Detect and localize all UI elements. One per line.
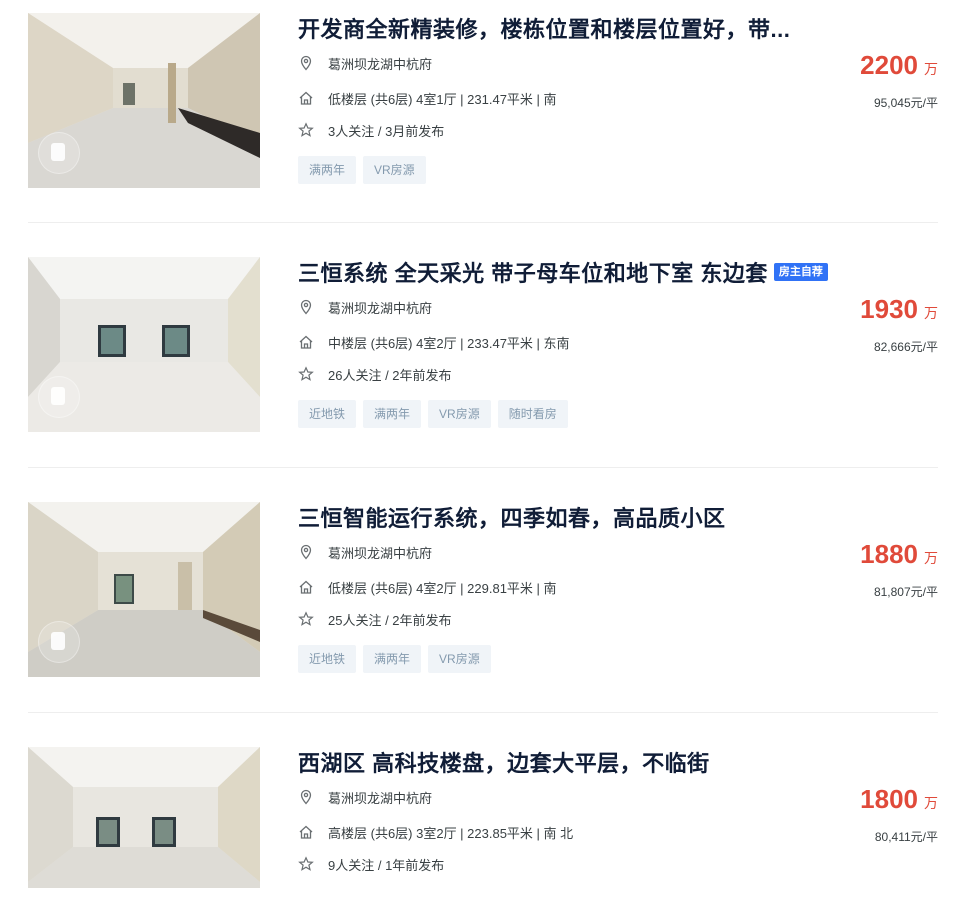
listing-title[interactable]: 三恒智能运行系统，四季如春，高品质小区: [298, 501, 726, 533]
unit-price: 80,411元/平: [874, 830, 938, 844]
tag: 随时看房: [497, 400, 568, 428]
room-photo-image: [28, 747, 260, 888]
tag: 近地铁: [298, 645, 357, 673]
follow-info: 9人关注 / 1年前发布: [328, 857, 445, 873]
house-icon: [299, 335, 313, 349]
total-price-value: 1930: [860, 294, 918, 324]
total-price-unit: 万: [924, 305, 938, 321]
divider: [28, 222, 938, 223]
listing-card[interactable]: 开发商全新精装修，楼栋位置和楼层位置好，带... 葛洲坝龙湖中杭府 低楼层 (共…: [28, 13, 938, 188]
community-link[interactable]: 葛洲坝龙湖中杭府: [328, 543, 432, 562]
community-link[interactable]: 葛洲坝龙湖中杭府: [328, 788, 432, 807]
owner-recommend-badge: 房主自荐: [773, 263, 828, 281]
location-pin-icon: [300, 55, 312, 71]
total-price: 1930 万: [860, 294, 938, 325]
community-link[interactable]: 葛洲坝龙湖中杭府: [328, 54, 432, 73]
listing-card[interactable]: 西湖区 高科技楼盘，边套大平层，不临街 葛洲坝龙湖中杭府 高楼层 (共6层) 3…: [28, 747, 938, 922]
total-price-unit: 万: [924, 61, 938, 77]
divider: [28, 467, 938, 468]
listing-title[interactable]: 开发商全新精装修，楼栋位置和楼层位置好，带...: [298, 12, 790, 44]
house-info: 高楼层 (共6层) 3室2厅 | 223.85平米 | 南 北: [328, 825, 574, 841]
total-price: 1800 万: [860, 784, 938, 815]
listing-card[interactable]: 三恒智能运行系统，四季如春，高品质小区 葛洲坝龙湖中杭府 低楼层 (共6层) 4…: [28, 502, 938, 677]
vr-icon: [38, 132, 80, 174]
tag: 满两年: [298, 156, 357, 184]
location-pin-icon: [300, 299, 312, 315]
listing-card[interactable]: 三恒系统 全天采光 带子母车位和地下室 东边套 房主自荐 葛洲坝龙湖中杭府 中楼…: [28, 257, 938, 432]
vr-icon: [38, 621, 80, 663]
star-icon: [298, 856, 314, 871]
divider: [28, 712, 938, 713]
house-icon: [299, 580, 313, 594]
vr-icon: [38, 376, 80, 418]
house-icon: [299, 91, 313, 105]
listing-title[interactable]: 三恒系统 全天采光 带子母车位和地下室 东边套: [298, 256, 768, 288]
total-price-value: 1880: [860, 539, 918, 569]
total-price-unit: 万: [924, 795, 938, 811]
listing-photo[interactable]: [28, 502, 260, 677]
star-icon: [298, 122, 314, 137]
listing-photo[interactable]: [28, 13, 260, 188]
tag: 满两年: [363, 400, 422, 428]
tag: 满两年: [363, 645, 422, 673]
total-price-value: 2200: [860, 50, 918, 80]
total-price: 2200 万: [860, 50, 938, 81]
follow-info: 25人关注 / 2年前发布: [328, 612, 452, 628]
unit-price: 82,666元/平: [873, 340, 938, 354]
total-price-unit: 万: [924, 550, 938, 566]
tag: VR房源: [363, 156, 426, 184]
tag: VR房源: [428, 400, 491, 428]
follow-info: 3人关注 / 3月前发布: [328, 123, 445, 139]
house-info: 低楼层 (共6层) 4室2厅 | 229.81平米 | 南: [328, 580, 557, 596]
star-icon: [298, 611, 314, 626]
unit-price: 81,807元/平: [873, 585, 938, 599]
house-icon: [299, 825, 313, 839]
tag: VR房源: [428, 645, 491, 673]
location-pin-icon: [300, 789, 312, 805]
unit-price: 95,045元/平: [873, 96, 938, 110]
house-info: 中楼层 (共6层) 4室2厅 | 233.47平米 | 东南: [328, 335, 570, 351]
listing-photo[interactable]: [28, 257, 260, 432]
star-icon: [298, 366, 314, 381]
total-price: 1880 万: [860, 539, 938, 570]
follow-info: 26人关注 / 2年前发布: [328, 367, 452, 383]
community-link[interactable]: 葛洲坝龙湖中杭府: [328, 298, 432, 317]
listing-title[interactable]: 西湖区 高科技楼盘，边套大平层，不临街: [298, 746, 710, 778]
total-price-value: 1800: [860, 784, 918, 814]
tag: 近地铁: [298, 400, 357, 428]
listing-photo[interactable]: [28, 747, 260, 888]
house-info: 低楼层 (共6层) 4室1厅 | 231.47平米 | 南: [328, 91, 557, 107]
location-pin-icon: [300, 544, 312, 560]
